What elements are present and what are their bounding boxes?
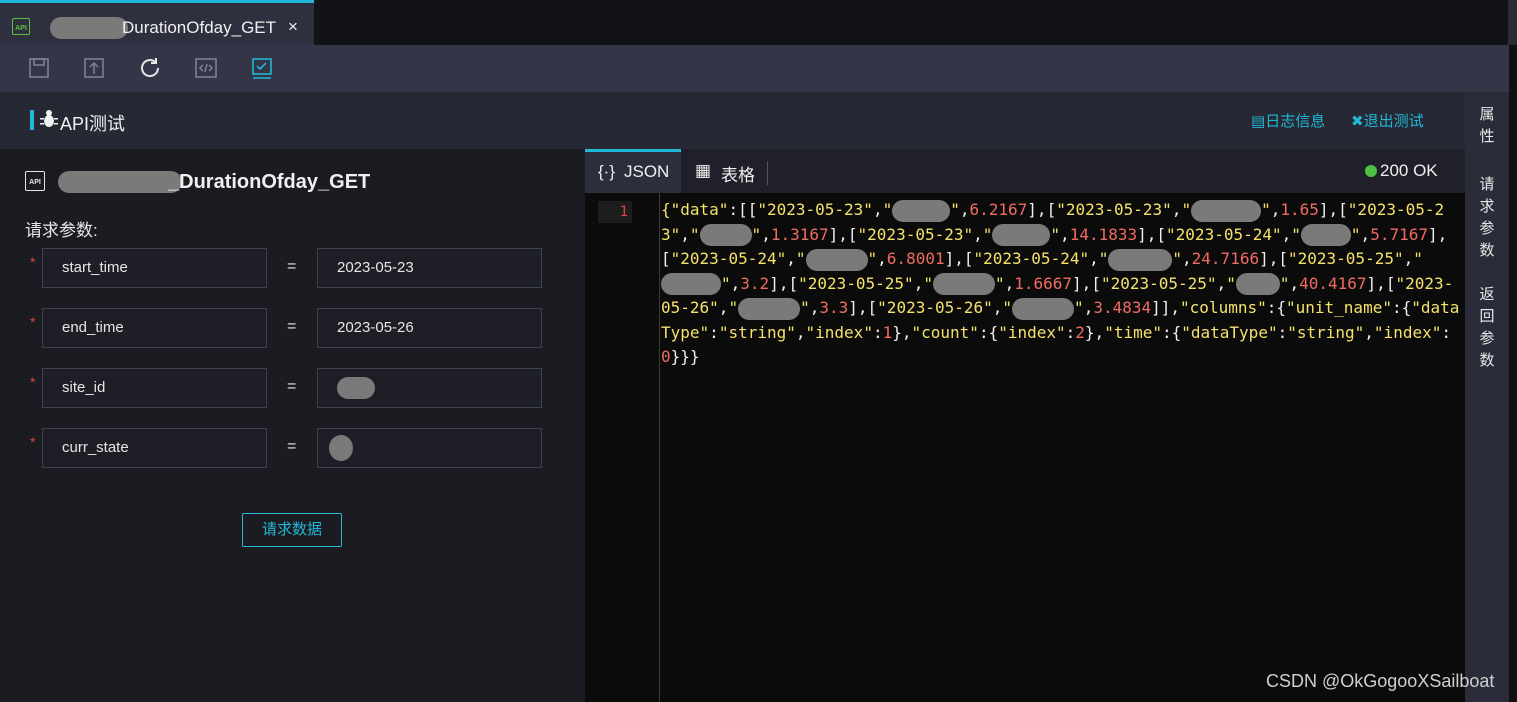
save-icon[interactable] [27, 56, 51, 80]
line-number: 1 [598, 201, 632, 223]
code-icon[interactable] [194, 56, 218, 80]
required-mark: * [30, 374, 36, 390]
tab-json[interactable]: {·} JSON [585, 149, 681, 193]
param-value-field[interactable] [317, 428, 542, 468]
equals-sign: = [287, 258, 297, 275]
tab-table[interactable]: ▦ 表格 [685, 149, 765, 193]
header-accent-bar [30, 110, 34, 130]
request-data-button[interactable]: 请求数据 [242, 513, 342, 547]
window-edge-strip [1509, 45, 1517, 702]
side-tab-response-params[interactable]: 返回参数 [1478, 284, 1496, 372]
param-value-field[interactable]: 2023-05-26 [317, 308, 542, 348]
close-x-icon: ✖ [1351, 113, 1364, 130]
log-info-link[interactable]: ▤日志信息 [1251, 110, 1325, 131]
required-mark: * [30, 254, 36, 270]
status-ok-icon [1365, 165, 1377, 177]
redacted-blob [58, 171, 182, 193]
api-test-header: API测试 ▤日志信息 ✖退出测试 [0, 92, 1465, 149]
params-label: 请求参数: [25, 221, 98, 240]
json-response-body[interactable]: {"data":[["2023-05-23"," ",6.2167],["2023… [661, 198, 1461, 370]
redacted-blob [50, 17, 128, 39]
param-row: * curr_state = [0, 428, 585, 468]
watermark: CSDN @OkGogooXSailboat [1266, 671, 1495, 691]
tab-bar: API DurationOfday_GET × [0, 0, 1517, 45]
equals-sign: = [287, 318, 297, 335]
request-panel: API _DurationOfday_GET 请求参数: * start_tim… [0, 149, 585, 702]
param-name-field[interactable]: end_time [42, 308, 267, 348]
api-icon: API [25, 171, 45, 191]
page-title: API测试 [60, 114, 126, 134]
upload-icon[interactable] [82, 56, 106, 80]
response-panel: {·} JSON ▦ 表格 200 OK 1 {"data":[["2023-0… [585, 149, 1465, 702]
required-mark: * [30, 314, 36, 330]
refresh-icon[interactable] [138, 56, 162, 80]
toolbar [0, 45, 1509, 92]
status-badge: 200 OK [1365, 161, 1438, 181]
test-icon[interactable] [250, 56, 274, 80]
line-gutter: 1 [585, 193, 660, 702]
tab-separator [767, 161, 768, 185]
close-icon[interactable]: × [288, 17, 298, 37]
tab-api-file[interactable]: API DurationOfday_GET × [0, 0, 314, 45]
window-edge [1508, 0, 1517, 45]
side-tab-request-params[interactable]: 请求参数 [1478, 174, 1496, 262]
response-tabs: {·} JSON ▦ 表格 200 OK [585, 149, 1465, 193]
bug-icon [40, 109, 58, 129]
side-panel: 属性 请求参数 返回参数 [1465, 92, 1509, 702]
param-row: * start_time = 2023-05-23 [0, 248, 585, 288]
param-value-field[interactable] [317, 368, 542, 408]
required-mark: * [30, 434, 36, 450]
table-icon: ▦ [695, 161, 712, 180]
param-name-field[interactable]: curr_state [42, 428, 267, 468]
param-name-field[interactable]: site_id [42, 368, 267, 408]
api-file-icon: API [12, 18, 30, 35]
tab-title: DurationOfday_GET [122, 18, 277, 37]
log-icon: ▤ [1251, 113, 1266, 130]
side-tab-properties[interactable]: 属性 [1478, 104, 1496, 148]
braces-icon: {·} [598, 162, 616, 181]
exit-test-link[interactable]: ✖退出测试 [1351, 110, 1424, 131]
param-name-field[interactable]: start_time [42, 248, 267, 288]
param-value-field[interactable]: 2023-05-23 [317, 248, 542, 288]
param-row: * end_time = 2023-05-26 [0, 308, 585, 348]
equals-sign: = [287, 438, 297, 455]
api-name: _DurationOfday_GET [168, 171, 371, 193]
redacted-blob [337, 377, 375, 400]
redacted-blob [329, 435, 353, 462]
equals-sign: = [287, 378, 297, 395]
param-row: * site_id = [0, 368, 585, 408]
